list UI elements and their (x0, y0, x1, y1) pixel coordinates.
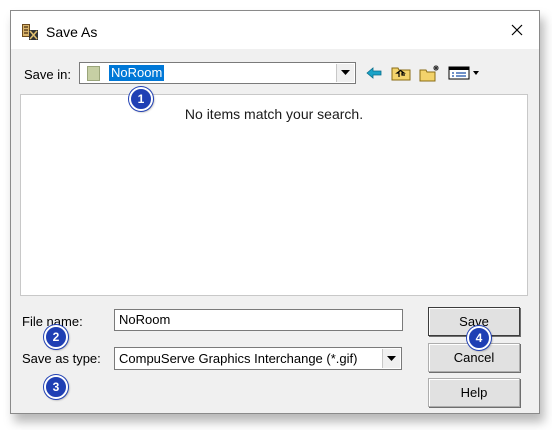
file-list[interactable]: No items match your search. (20, 94, 528, 296)
annotation-marker: 1 (129, 87, 153, 111)
save-as-dialog: Save As Save in: NoRoom No items match y… (10, 10, 540, 414)
chevron-down-icon[interactable] (336, 64, 354, 82)
view-menu-icon (448, 66, 479, 80)
save-in-combobox[interactable]: NoRoom (79, 62, 356, 84)
save-in-label: Save in: (24, 67, 71, 82)
annotation-marker: 2 (44, 325, 68, 349)
back-button[interactable] (363, 63, 385, 83)
save-as-type-label: Save as type: (22, 351, 101, 366)
save-in-value: NoRoom (109, 65, 165, 81)
view-menu-button[interactable] (447, 63, 483, 83)
application-icon (22, 24, 38, 40)
window-title: Save As (46, 24, 98, 40)
folder-icon (87, 66, 100, 81)
save-as-type-value: CompuServe Graphics Interchange (*.gif) (119, 351, 358, 366)
annotation-marker: 3 (44, 375, 68, 399)
help-button[interactable]: Help (428, 378, 520, 407)
empty-list-message: No items match your search. (184, 106, 364, 122)
close-icon (511, 24, 523, 36)
close-button[interactable] (495, 11, 539, 49)
up-one-level-icon (391, 67, 411, 81)
create-new-folder-button[interactable] (418, 63, 442, 83)
new-folder-icon (419, 65, 439, 82)
help-button-label: Help (460, 385, 488, 400)
back-arrow-icon (366, 67, 382, 79)
title-bar: Save As (11, 11, 539, 49)
up-one-level-button[interactable] (389, 63, 413, 83)
save-as-type-select[interactable]: CompuServe Graphics Interchange (*.gif) (114, 347, 402, 370)
annotation-marker: 4 (467, 326, 491, 350)
cancel-button-label: Cancel (453, 350, 495, 365)
chevron-down-icon[interactable] (382, 349, 400, 368)
file-name-input[interactable]: NoRoom (114, 309, 403, 331)
